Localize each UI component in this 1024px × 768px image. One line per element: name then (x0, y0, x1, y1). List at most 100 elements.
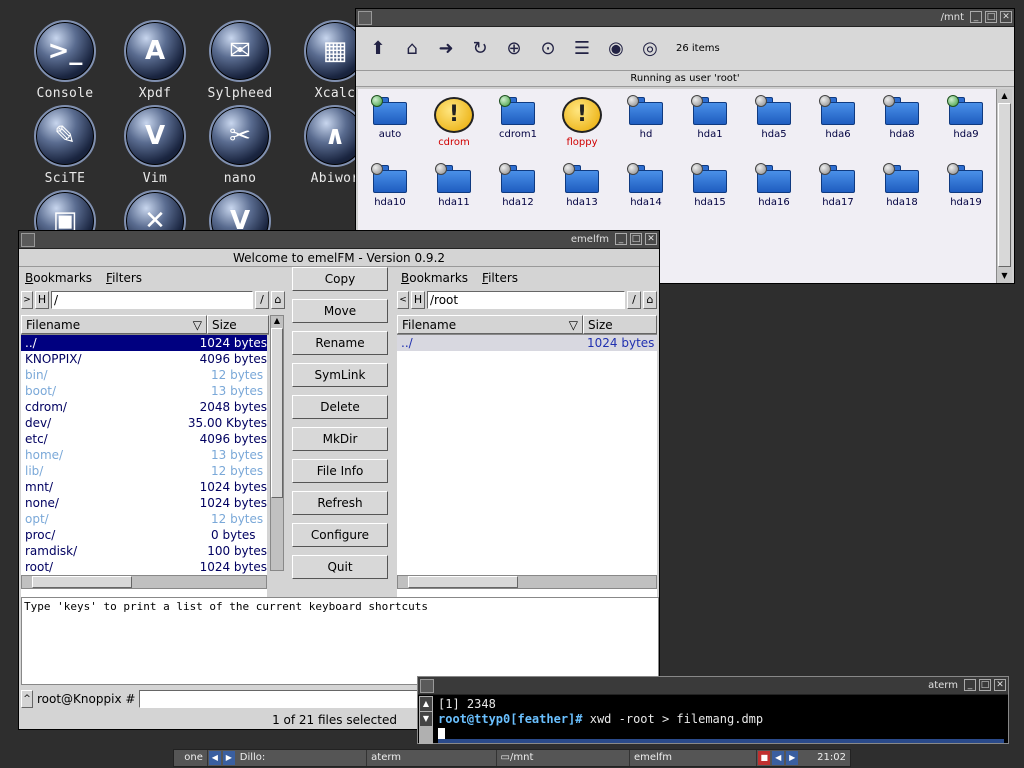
file-row[interactable]: cdrom/2048 bytes (21, 399, 267, 415)
rox-item[interactable]: hda9 (934, 95, 998, 140)
up-arrow-icon[interactable]: ⬆ (364, 35, 392, 63)
next-task-icon[interactable]: ▶ (786, 751, 799, 765)
maximize-icon[interactable]: □ (985, 11, 997, 23)
help-icon[interactable]: ◎ (636, 35, 664, 63)
file-row[interactable]: opt/12 bytes (21, 511, 267, 527)
task-aterm[interactable]: aterm (367, 750, 497, 766)
rox-item[interactable]: auto (358, 95, 422, 140)
rox-item[interactable]: hda15 (678, 163, 742, 208)
switch-pane-button[interactable]: > (21, 291, 33, 309)
file-row[interactable]: ramdisk/100 bytes (21, 543, 267, 559)
switch-pane-button[interactable]: < (397, 291, 409, 309)
desktop-shortcut[interactable]: ✉ Sylpheed (200, 20, 280, 101)
rox-item[interactable]: hda14 (614, 163, 678, 208)
history-button[interactable]: H (35, 291, 49, 309)
refresh-button[interactable]: Refresh (292, 491, 388, 515)
task-emelfm[interactable]: emelfm (630, 750, 758, 766)
rox-item[interactable]: hda13 (550, 163, 614, 208)
rox-titlebar[interactable]: /mnt _ □ ✕ (356, 9, 1014, 27)
right-path-input[interactable]: /root (427, 291, 625, 309)
emelfm-window[interactable]: emelfm _ □ ✕ Welcome to emelFM - Version… (18, 230, 660, 730)
desktop-shortcut[interactable]: >_ Console (25, 20, 105, 101)
home-icon[interactable]: ⌂ (643, 291, 657, 309)
size-column-header[interactable]: Size (583, 315, 657, 334)
rox-item[interactable]: hda8 (870, 95, 934, 140)
scroll-up-icon[interactable]: ▲ (420, 697, 432, 711)
file-row[interactable]: mnt/1024 bytes (21, 479, 267, 495)
delete-button[interactable]: Delete (292, 395, 388, 419)
desktop-shortcut[interactable]: A Xpdf (115, 20, 195, 101)
left-hscroll[interactable] (21, 575, 267, 589)
file-row[interactable]: root/1024 bytes (21, 559, 267, 575)
right-file-list[interactable]: ../ 1024 bytes (397, 335, 657, 601)
rox-item[interactable]: hda11 (422, 163, 486, 208)
file-row[interactable]: ../ 1024 bytes (397, 335, 657, 351)
window-menu-icon[interactable] (420, 678, 434, 693)
minimize-icon[interactable]: _ (964, 679, 976, 691)
filename-column-header[interactable]: Filename ▽ (397, 315, 583, 334)
file-row[interactable]: home/13 bytes (21, 447, 267, 463)
scroll-up-icon[interactable]: ▲ (271, 316, 283, 328)
file-row[interactable]: dev/35.00 Kbytes (21, 415, 267, 431)
zoom-fit-icon[interactable]: ⊙ (534, 35, 562, 63)
copy-button[interactable]: Copy (292, 267, 388, 291)
rox-item[interactable]: hda19 (934, 163, 998, 208)
history-button[interactable]: H (411, 291, 425, 309)
configure-button[interactable]: Configure (292, 523, 388, 547)
rox-item[interactable]: ! floppy (550, 97, 614, 148)
file-info-button[interactable]: File Info (292, 459, 388, 483)
filename-column-header[interactable]: Filename ▽ (21, 315, 207, 334)
filters-menu[interactable]: Filters (106, 267, 142, 289)
bookmark-icon[interactable]: ➜ (432, 35, 460, 63)
rox-item[interactable]: hda17 (806, 163, 870, 208)
filters-menu[interactable]: Filters (482, 267, 518, 289)
move-button[interactable]: Move (292, 299, 388, 323)
file-row[interactable]: ../ 1024 bytes (21, 335, 267, 351)
file-row[interactable]: bin/12 bytes (21, 367, 267, 383)
file-row[interactable]: proc/0 bytes (21, 527, 267, 543)
desktop-shortcut[interactable]: ✎ SciTE (25, 105, 105, 186)
symlink-button[interactable]: SymLink (292, 363, 388, 387)
terminal-output[interactable]: [1] 2348 root@ttyp0[feather]# xwd -root … (438, 697, 763, 742)
emelfm-titlebar[interactable]: emelfm _ □ ✕ (19, 231, 659, 249)
next-desk-icon[interactable]: ▶ (222, 751, 235, 765)
left-file-list[interactable]: ../1024 bytes KNOPPIX/4096 bytes bin/12 by… (21, 335, 267, 601)
desk-label[interactable]: one (174, 750, 208, 766)
right-hscroll[interactable] (397, 575, 657, 589)
size-column-header[interactable]: Size (207, 315, 269, 334)
left-vscroll[interactable]: ▲ (270, 315, 284, 571)
rox-item[interactable]: hda5 (742, 95, 806, 140)
aterm-titlebar[interactable]: aterm _ □ ✕ (418, 677, 1008, 695)
home-icon[interactable]: ⌂ (271, 291, 285, 309)
term-scrollbar[interactable]: ▲ ▼ (419, 696, 433, 744)
toggle-output-button[interactable]: ^ (21, 690, 33, 708)
desktop-shortcut[interactable]: V Vim (115, 105, 195, 186)
rox-item[interactable]: hda10 (358, 163, 422, 208)
rox-scrollbar[interactable]: ▲ ▼ (996, 89, 1012, 283)
show-hidden-icon[interactable]: ◉ (602, 35, 630, 63)
prev-task-icon[interactable]: ◀ (772, 751, 785, 765)
rox-item[interactable]: cdrom1 (486, 95, 550, 140)
zoom-in-icon[interactable]: ⊕ (500, 35, 528, 63)
scroll-up-icon[interactable]: ▲ (998, 89, 1011, 103)
close-icon[interactable]: ✕ (994, 679, 1006, 691)
prev-desk-icon[interactable]: ◀ (208, 751, 221, 765)
scroll-thumb[interactable] (32, 576, 132, 588)
scroll-thumb[interactable] (408, 576, 518, 588)
file-row[interactable]: etc/4096 bytes (21, 431, 267, 447)
window-menu-icon[interactable] (358, 10, 372, 25)
file-row[interactable]: boot/13 bytes (21, 383, 267, 399)
root-button[interactable]: / (627, 291, 641, 309)
mkdir-button[interactable]: MkDir (292, 427, 388, 451)
close-icon[interactable]: ✕ (645, 233, 657, 245)
task-dillo[interactable]: Dillo: (236, 750, 368, 766)
minimize-icon[interactable]: _ (615, 233, 627, 245)
file-row[interactable]: lib/12 bytes (21, 463, 267, 479)
scroll-down-icon[interactable]: ▼ (420, 712, 432, 726)
root-button[interactable]: / (255, 291, 269, 309)
rox-item[interactable]: hda6 (806, 95, 870, 140)
bookmarks-menu[interactable]: Bookmarks (25, 267, 92, 289)
scroll-down-icon[interactable]: ▼ (998, 269, 1011, 283)
quit-button[interactable]: Quit (292, 555, 388, 579)
rox-item[interactable]: hda1 (678, 95, 742, 140)
